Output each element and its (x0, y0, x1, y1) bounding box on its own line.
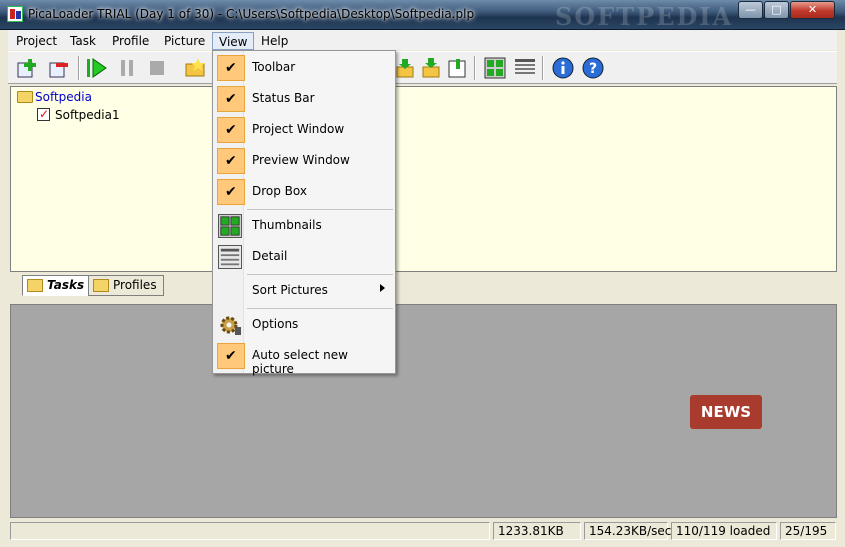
toolbar: ? (8, 51, 837, 84)
close-icon: ✕ (807, 3, 818, 16)
menu-item-detail[interactable]: Detail (215, 242, 393, 272)
profile-icon[interactable] (446, 57, 468, 79)
menu-item-drop-box[interactable]: Drop Box (215, 177, 393, 207)
profiles-icon (93, 279, 109, 292)
menu-label: Profile (112, 34, 150, 48)
watermark: SOFTPEDIA (555, 2, 734, 31)
check-icon (217, 117, 245, 143)
download-all-icon[interactable] (420, 57, 442, 79)
menu-item-sort-pictures[interactable]: Sort Pictures (215, 276, 393, 306)
tree-root[interactable]: Softpedia (15, 89, 92, 105)
menu-label: View (219, 35, 248, 49)
menu-view[interactable]: View (212, 32, 255, 50)
task-check-icon[interactable] (37, 106, 50, 122)
options-gear-icon (220, 316, 241, 335)
download-icon[interactable] (394, 57, 416, 79)
detail-list-icon (218, 245, 242, 269)
tab-label: Profiles (113, 278, 157, 292)
thumbnails-view-icon[interactable] (484, 57, 506, 79)
menu-item-label: Detail (252, 249, 288, 263)
status-speed: 154.23KB/sec (584, 522, 671, 540)
minimize-button[interactable]: — (738, 1, 763, 19)
menu-project[interactable]: Project (10, 32, 63, 50)
menu-bar: Project Task Profile Picture View Help (8, 30, 837, 50)
check-icon (217, 343, 245, 369)
menu-item-auto-select[interactable]: Auto select new picture (215, 341, 393, 376)
app-frame: Project Task Profile Picture View Help ?… (0, 30, 845, 547)
menu-task[interactable]: Task (64, 32, 102, 50)
menu-item-label: Toolbar (252, 60, 296, 74)
menu-separator (247, 308, 393, 309)
folder-icon (17, 91, 33, 103)
toolbar-separator (474, 56, 476, 80)
menu-item-thumbnails[interactable]: Thumbnails (215, 211, 393, 241)
pause-icon[interactable] (116, 57, 138, 79)
tree-item[interactable]: Softpedia1 (35, 106, 120, 123)
menu-item-status-bar[interactable]: Status Bar (215, 84, 393, 114)
tab-label: Tasks (47, 278, 85, 292)
menu-profile[interactable]: Profile (106, 32, 155, 50)
menu-item-project-window[interactable]: Project Window (215, 115, 393, 145)
menu-help[interactable]: Help (255, 32, 294, 50)
menu-item-label: Status Bar (252, 91, 315, 105)
menu-label: Picture (164, 34, 206, 48)
close-button[interactable]: ✕ (790, 1, 835, 19)
menu-label: Help (261, 34, 289, 48)
check-icon (217, 55, 245, 81)
start-icon[interactable] (86, 57, 108, 79)
menu-item-label: Options (252, 317, 299, 331)
open-folder-icon[interactable] (184, 57, 206, 79)
menu-item-options[interactable]: Options (215, 310, 393, 340)
window-title: PicaLoader TRIAL (Day 1 of 30) - C:\User… (28, 7, 475, 21)
menu-item-label: Project Window (252, 122, 345, 136)
app-icon[interactable] (7, 6, 23, 22)
status-loaded: 110/119 loaded (671, 522, 777, 540)
submenu-arrow-icon (380, 284, 385, 292)
toolbar-separator (542, 56, 544, 80)
check-icon (217, 148, 245, 174)
menu-picture[interactable]: Picture (158, 32, 211, 50)
menu-label: Project (16, 34, 58, 48)
menu-item-label: Preview Window (252, 153, 350, 167)
menu-item-preview-window[interactable]: Preview Window (215, 146, 393, 176)
check-icon (217, 86, 245, 112)
thumbnails-icon (218, 214, 242, 238)
title-bar: PicaLoader TRIAL (Day 1 of 30) - C:\User… (0, 0, 845, 31)
view-menu-dropdown: Toolbar Status Bar Project Window Previe… (212, 50, 396, 376)
minimize-icon: — (745, 3, 756, 16)
add-project-icon[interactable] (16, 57, 38, 79)
maximize-icon: □ (771, 3, 782, 16)
status-bar: 1233.81KB 154.23KB/sec 110/119 loaded 25… (8, 520, 837, 542)
stop-icon[interactable] (146, 57, 168, 79)
svg-text:?: ? (589, 61, 597, 77)
preview-window: NEWS (10, 304, 837, 518)
tasks-icon (27, 279, 43, 292)
tab-bar: Tasks Profiles (10, 272, 837, 298)
toolbar-separator (78, 56, 80, 80)
status-size: 1233.81KB (493, 522, 581, 540)
remove-project-icon[interactable] (48, 57, 70, 79)
news-badge: NEWS (690, 395, 762, 429)
status-pane-empty (10, 522, 490, 540)
tree-item-label: Softpedia1 (55, 108, 120, 122)
menu-item-label: Drop Box (252, 184, 307, 198)
menu-item-label: Sort Pictures (252, 283, 328, 297)
menu-separator (247, 274, 393, 275)
tab-profiles[interactable]: Profiles (88, 275, 164, 296)
maximize-button[interactable]: □ (764, 1, 789, 19)
check-icon (217, 179, 245, 205)
tab-tasks[interactable]: Tasks (22, 275, 92, 296)
help-icon[interactable]: ? (582, 57, 604, 79)
tree-root-label: Softpedia (35, 90, 92, 104)
info-icon[interactable] (552, 57, 574, 79)
menu-item-label: Auto select new picture (252, 348, 348, 376)
status-count: 25/195 (780, 522, 836, 540)
project-tree: Softpedia Softpedia1 (10, 86, 837, 272)
menu-label: Task (70, 34, 96, 48)
menu-item-toolbar[interactable]: Toolbar (215, 53, 393, 83)
detail-view-icon[interactable] (514, 57, 536, 79)
menu-separator (247, 209, 393, 210)
menu-item-label: Thumbnails (252, 218, 322, 232)
